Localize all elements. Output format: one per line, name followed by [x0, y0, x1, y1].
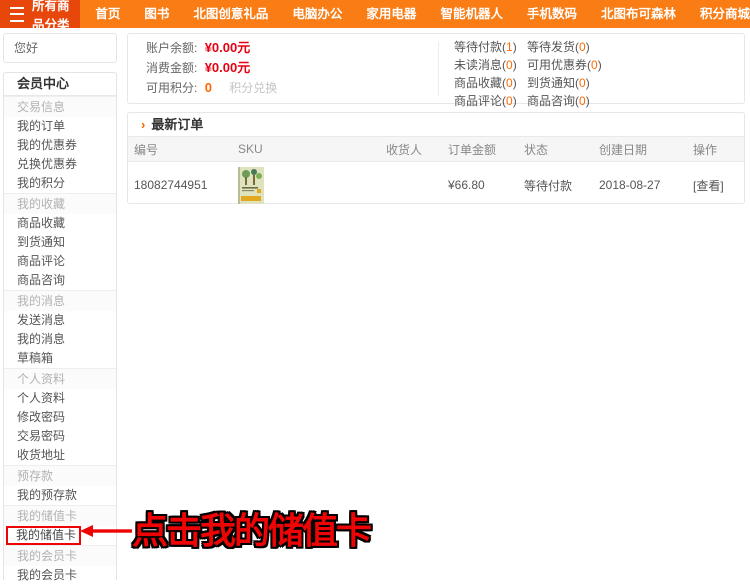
- order-item-thumbnail[interactable]: [238, 167, 264, 204]
- account-summary: 账户余额: ¥0.00元 消费金额: ¥0.00元 可用积分: 0 积分兑换: [146, 38, 277, 98]
- member-center-panel: 会员中心 交易信息 我的订单 我的优惠券 兑换优惠券 我的积分 我的收藏 商品收…: [3, 72, 117, 580]
- col-created-date: 创建日期: [593, 137, 687, 162]
- stats-column-1: 等待付款1 未读消息0 商品收藏0 商品评论0: [454, 38, 517, 110]
- sidebar-section-deposit: 预存款 我的预存款: [4, 465, 116, 505]
- points-row: 可用积分: 0 积分兑换: [146, 78, 277, 98]
- col-action: 操作: [687, 137, 744, 162]
- all-categories-label: 所有商品分类: [32, 0, 80, 33]
- main-nav: 首页 图书 北图创意礼品 电脑办公 家用电器 智能机器人 手机数码 北图布可森林…: [80, 0, 750, 28]
- annotation-text: 点击我的储值卡: [132, 512, 370, 550]
- order-consignee: [380, 162, 442, 209]
- nav-item-home-appliances[interactable]: 家用电器: [366, 0, 416, 28]
- sidebar-item-my-orders[interactable]: 我的订单: [4, 117, 116, 136]
- sidebar-item-send-message[interactable]: 发送消息: [4, 311, 116, 330]
- order-view-link[interactable]: [查看]: [687, 162, 744, 209]
- annotation-highlight-box[interactable]: 我的储值卡: [6, 526, 81, 545]
- nav-item-home[interactable]: 首页: [95, 0, 120, 28]
- stats-column-2: 等待发货0 可用优惠券0 到货通知0 商品咨询0: [527, 38, 602, 110]
- sidebar-item-my-messages[interactable]: 我的消息: [4, 330, 116, 349]
- points-value: 0: [205, 80, 212, 95]
- sidebar-section-header: 预存款: [4, 466, 116, 486]
- points-label: 可用积分:: [146, 81, 197, 95]
- sidebar-item-arrival-notice[interactable]: 到货通知: [4, 233, 116, 252]
- account-summary-panel: 账户余额: ¥0.00元 消费金额: ¥0.00元 可用积分: 0 积分兑换 等…: [127, 33, 745, 104]
- sidebar-item-my-coupons[interactable]: 我的优惠券: [4, 136, 116, 155]
- nav-item-mobile-digital[interactable]: 手机数码: [527, 0, 577, 28]
- order-id: 18082744951: [128, 162, 232, 209]
- orders-table: 编号 SKU 收货人 订单金额 状态 创建日期 操作 18082744951: [128, 136, 744, 208]
- nav-item-smart-robots[interactable]: 智能机器人: [440, 0, 503, 28]
- stat-goods-consult[interactable]: 商品咨询0: [527, 92, 602, 110]
- sidebar-section-header: 我的消息: [4, 291, 116, 311]
- spent-label: 消费金额:: [146, 61, 197, 75]
- stat-goods-favorites[interactable]: 商品收藏0: [454, 74, 517, 92]
- sidebar-section-header: 个人资料: [4, 369, 116, 389]
- order-amount: ¥66.80: [442, 162, 518, 209]
- top-navigation-bar: 所有商品分类 首页 图书 北图创意礼品 电脑办公 家用电器 智能机器人 手机数码…: [0, 0, 750, 28]
- col-sku: SKU: [232, 137, 380, 162]
- member-center-title: 会员中心: [4, 73, 116, 96]
- nav-item-computer-office[interactable]: 电脑办公: [292, 0, 342, 28]
- stat-available-coupons[interactable]: 可用优惠券0: [527, 56, 602, 74]
- sidebar-section-header: 我的会员卡: [4, 546, 116, 566]
- order-status: 等待付款: [518, 162, 593, 209]
- section-arrow-icon: ›: [141, 117, 145, 132]
- all-categories-button[interactable]: 所有商品分类: [0, 0, 80, 28]
- sidebar-section-header: 我的收藏: [4, 194, 116, 214]
- col-status: 状态: [518, 137, 593, 162]
- col-amount: 订单金额: [442, 137, 518, 162]
- stat-arrival-notice[interactable]: 到货通知0: [527, 74, 602, 92]
- sidebar-item-my-member-card[interactable]: 我的会员卡: [4, 566, 116, 585]
- sidebar-item-goods-favorites[interactable]: 商品收藏: [4, 214, 116, 233]
- orders-header-row: 编号 SKU 收货人 订单金额 状态 创建日期 操作: [128, 137, 744, 162]
- sidebar-item-drafts[interactable]: 草稿箱: [4, 349, 116, 368]
- spent-value: ¥0.00元: [205, 60, 251, 75]
- nav-item-buke-forest[interactable]: 北图布可森林: [601, 0, 676, 28]
- sidebar-section-header: 交易信息: [4, 97, 116, 117]
- sidebar-item-shipping-address[interactable]: 收货地址: [4, 446, 116, 465]
- sidebar-section-profile: 个人资料 个人资料 修改密码 交易密码 收货地址: [4, 368, 116, 465]
- sidebar-section-member-card: 我的会员卡 我的会员卡: [4, 545, 116, 585]
- greeting-box: 您好: [3, 33, 117, 63]
- vertical-divider: [438, 42, 439, 96]
- sidebar-item-profile[interactable]: 个人资料: [4, 389, 116, 408]
- sidebar-section-favorites: 我的收藏 商品收藏 到货通知 商品评论 商品咨询: [4, 193, 116, 290]
- nav-item-points-mall[interactable]: 积分商城: [700, 0, 750, 28]
- nav-item-books[interactable]: 图书: [144, 0, 169, 28]
- hamburger-menu-icon: [10, 7, 24, 22]
- sidebar-item-change-password[interactable]: 修改密码: [4, 408, 116, 427]
- stat-goods-reviews[interactable]: 商品评论0: [454, 92, 517, 110]
- account-balance-row: 账户余额: ¥0.00元: [146, 38, 277, 58]
- order-date: 2018-08-27: [593, 162, 687, 209]
- annotation-left-arrow-icon: [80, 523, 132, 539]
- sidebar-section-transactions: 交易信息 我的订单 我的优惠券 兑换优惠券 我的积分: [4, 96, 116, 193]
- col-order-id: 编号: [128, 137, 232, 162]
- stat-pending-payment[interactable]: 等待付款1: [454, 38, 517, 56]
- sidebar-item-my-points[interactable]: 我的积分: [4, 174, 116, 193]
- spent-amount-row: 消费金额: ¥0.00元: [146, 58, 277, 78]
- orders-title: 最新订单: [151, 117, 203, 132]
- orders-title-row: › 最新订单: [128, 113, 744, 136]
- stat-unread-messages[interactable]: 未读消息0: [454, 56, 517, 74]
- balance-label: 账户余额:: [146, 41, 197, 55]
- greeting-text: 您好: [14, 41, 38, 55]
- sidebar-item-goods-reviews[interactable]: 商品评论: [4, 252, 116, 271]
- sidebar-item-transaction-password[interactable]: 交易密码: [4, 427, 116, 446]
- order-row: 18082744951: [128, 162, 744, 209]
- sidebar-section-messages: 我的消息 发送消息 我的消息 草稿箱: [4, 290, 116, 368]
- latest-orders-panel: ›最新订单 编号 SKU 收货人 订单金额 状态 创建日期 操作 1808274…: [127, 112, 745, 204]
- col-consignee: 收货人: [380, 137, 442, 162]
- sidebar-item-goods-consult[interactable]: 商品咨询: [4, 271, 116, 290]
- sidebar-item-my-deposit[interactable]: 我的预存款: [4, 486, 116, 505]
- stat-pending-shipment[interactable]: 等待发货0: [527, 38, 602, 56]
- nav-item-creative-gifts[interactable]: 北图创意礼品: [193, 0, 268, 28]
- points-redeem-link[interactable]: 积分兑换: [229, 81, 277, 95]
- sidebar-item-redeem-coupons[interactable]: 兑换优惠券: [4, 155, 116, 174]
- balance-value: ¥0.00元: [205, 40, 251, 55]
